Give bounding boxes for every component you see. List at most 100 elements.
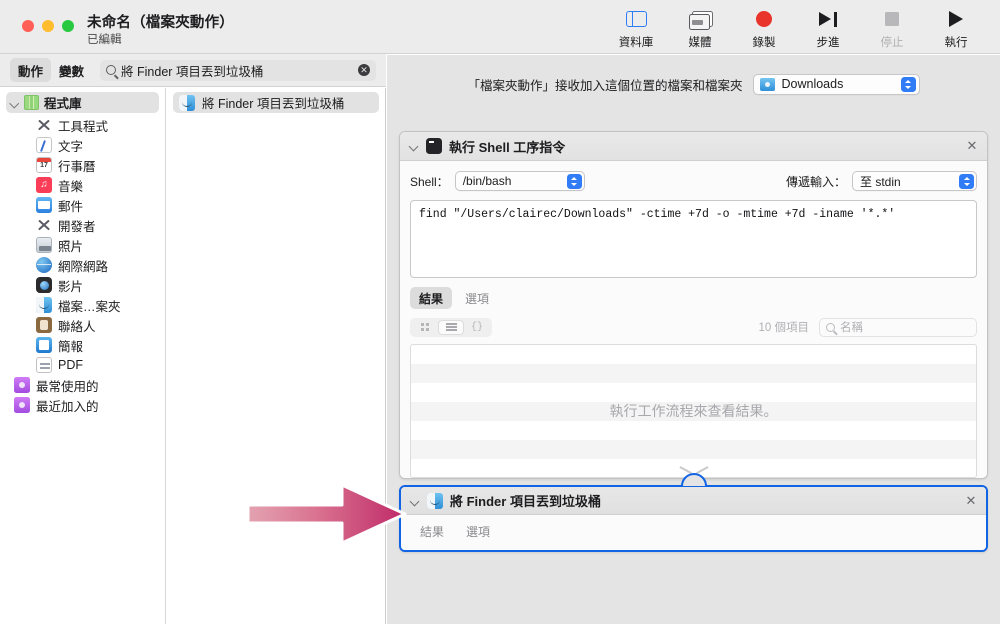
braces-icon: {}: [471, 322, 483, 333]
calendar-icon: [36, 157, 52, 173]
close-icon[interactable]: ✕: [965, 495, 977, 507]
contacts-icon: [36, 317, 52, 333]
movies-icon: [36, 277, 52, 293]
folder-target-dropdown[interactable]: Downloads: [753, 74, 920, 95]
sidebar-item-label: 開發者: [58, 216, 96, 235]
pass-input-value: 至 stdin: [860, 173, 901, 190]
results-view-toggle[interactable]: {}: [410, 318, 492, 337]
action-card-body: Shell： /bin/bash 傳遞輸入： 至 stdin find "/Us…: [400, 161, 987, 478]
minimize-window-button[interactable]: [42, 20, 54, 32]
search-input[interactable]: 將 Finder 項目丟到垃圾桶 ✕: [100, 60, 376, 81]
list-view-button[interactable]: [438, 320, 464, 335]
code-view-button[interactable]: {}: [464, 320, 490, 335]
toolbar-step-button[interactable]: 步進: [796, 8, 860, 50]
pink-pointer-arrow: [246, 481, 408, 547]
toolbar-run-button[interactable]: 執行: [924, 8, 988, 50]
chevron-updown-icon[interactable]: [567, 174, 582, 189]
sidebar-item-photos[interactable]: 照片: [0, 235, 165, 255]
library-sidebar[interactable]: 程式庫 工具程式 文字 行事曆 音樂 郵件: [0, 88, 166, 624]
action-tabs: 結果 選項: [410, 287, 977, 309]
results-search-input[interactable]: 名稱: [819, 318, 977, 337]
purple-folder-icon: [14, 397, 30, 413]
segment-actions[interactable]: 動作: [10, 58, 51, 82]
sidebar-item-library[interactable]: 程式庫: [6, 92, 159, 113]
sidebar-item-label: 檔案…案夾: [58, 296, 121, 315]
action-card-header[interactable]: 執行 Shell 工序指令 ✕: [400, 132, 987, 161]
list-view-icon: [446, 322, 457, 333]
grid-view-button[interactable]: [412, 320, 438, 335]
tab-options[interactable]: 選項: [456, 287, 498, 309]
tab-results[interactable]: 結果: [411, 520, 453, 542]
sidebar-item-mail[interactable]: 郵件: [0, 195, 165, 215]
toolbar-media-button[interactable]: 媒體: [668, 8, 732, 50]
chevron-down-icon[interactable]: [409, 141, 419, 151]
purple-folder-icon: [14, 377, 30, 393]
sidebar-item-text[interactable]: 文字: [0, 135, 165, 155]
sidebar-item-internet[interactable]: 網際網路: [0, 255, 165, 275]
media-icon: [689, 8, 711, 30]
maximize-window-button[interactable]: [62, 20, 74, 32]
library-segmented-control: 動作 變數: [10, 58, 92, 82]
document-edited-status: 已編輯: [87, 31, 122, 47]
toolbar-step-label: 步進: [817, 34, 840, 50]
sidebar-item-pdf[interactable]: PDF: [0, 355, 165, 375]
text-icon: [36, 137, 52, 153]
shell-script-editor[interactable]: find "/Users/clairec/Downloads" -ctime +…: [410, 200, 977, 278]
folder-target-value: Downloads: [782, 77, 844, 91]
workflow-pane: 「檔案夾動作」接收加入這個位置的檔案和檔案夾 Downloads 執行 Shel…: [387, 55, 1000, 624]
action-list-item-label: 將 Finder 項目丟到垃圾桶: [202, 93, 344, 112]
action-card-move-finder-items-to-trash[interactable]: 將 Finder 項目丟到垃圾桶 ✕ 結果 選項: [399, 485, 988, 552]
sidebar-item-presentations[interactable]: 簡報: [0, 335, 165, 355]
sidebar-item-recently-added[interactable]: 最近加入的: [0, 395, 165, 415]
action-tabs: 結果 選項: [411, 520, 976, 542]
action-list-item-move-to-trash[interactable]: 將 Finder 項目丟到垃圾桶: [173, 92, 379, 113]
sidebar-item-label: 最近加入的: [36, 396, 99, 415]
sidebar-item-files-and-folders[interactable]: 檔案…案夾: [0, 295, 165, 315]
sidebar-item-music[interactable]: 音樂: [0, 175, 165, 195]
sidebar-item-most-used[interactable]: 最常使用的: [0, 375, 165, 395]
pass-input-dropdown[interactable]: 至 stdin: [852, 171, 977, 191]
sidebar-item-movies[interactable]: 影片: [0, 275, 165, 295]
search-icon: [826, 323, 835, 332]
sidebar-item-contacts[interactable]: 聯絡人: [0, 315, 165, 335]
chevron-down-icon[interactable]: [410, 496, 420, 506]
sidebar-item-label: 文字: [58, 136, 83, 155]
chevron-updown-icon[interactable]: [901, 77, 916, 92]
action-card-run-shell-script[interactable]: 執行 Shell 工序指令 ✕ Shell： /bin/bash 傳遞輸入： 至…: [399, 131, 988, 479]
blue-folder-icon: [760, 78, 775, 91]
traffic-lights: [22, 20, 74, 32]
terminal-icon: [426, 138, 442, 154]
segment-variables[interactable]: 變數: [51, 58, 92, 82]
tab-options[interactable]: 選項: [457, 520, 499, 542]
search-input-value: 將 Finder 項目丟到垃圾桶: [121, 61, 263, 80]
internet-icon: [36, 257, 52, 273]
toolbar-record-button[interactable]: 錄製: [732, 8, 796, 50]
run-icon: [949, 8, 963, 30]
library-icon: [626, 8, 647, 30]
toolbar-library-button[interactable]: 資料庫: [604, 8, 668, 50]
tab-results[interactable]: 結果: [410, 287, 452, 309]
pass-input-label: 傳遞輸入：: [786, 173, 846, 190]
chevron-down-icon[interactable]: [10, 98, 19, 107]
sidebar-item-label: 照片: [58, 236, 83, 255]
sidebar-item-developer[interactable]: 開發者: [0, 215, 165, 235]
close-icon[interactable]: ✕: [966, 140, 978, 152]
action-card-header[interactable]: 將 Finder 項目丟到垃圾桶 ✕: [401, 487, 986, 515]
results-list[interactable]: 執行工作流程來查看結果。: [410, 344, 977, 478]
sidebar-item-calendar[interactable]: 行事曆: [0, 155, 165, 175]
sidebar-item-utilities[interactable]: 工具程式: [0, 115, 165, 135]
clear-search-icon[interactable]: ✕: [358, 64, 370, 76]
presentations-icon: [36, 337, 52, 353]
folder-action-description: 「檔案夾動作」接收加入這個位置的檔案和檔案夾: [467, 75, 742, 94]
results-empty-message: 執行工作流程來查看結果。: [411, 345, 976, 477]
sidebar-item-label: 最常使用的: [36, 376, 99, 395]
sidebar-item-label: 影片: [58, 276, 83, 295]
finder-icon: [36, 297, 52, 313]
toolbar-run-label: 執行: [945, 34, 968, 50]
shell-options-row: Shell： /bin/bash 傳遞輸入： 至 stdin: [410, 170, 977, 192]
chevron-updown-icon[interactable]: [959, 174, 974, 189]
close-window-button[interactable]: [22, 20, 34, 32]
results-item-count: 10 個項目: [759, 319, 810, 335]
pdf-icon: [36, 357, 52, 373]
shell-dropdown[interactable]: /bin/bash: [455, 171, 585, 191]
